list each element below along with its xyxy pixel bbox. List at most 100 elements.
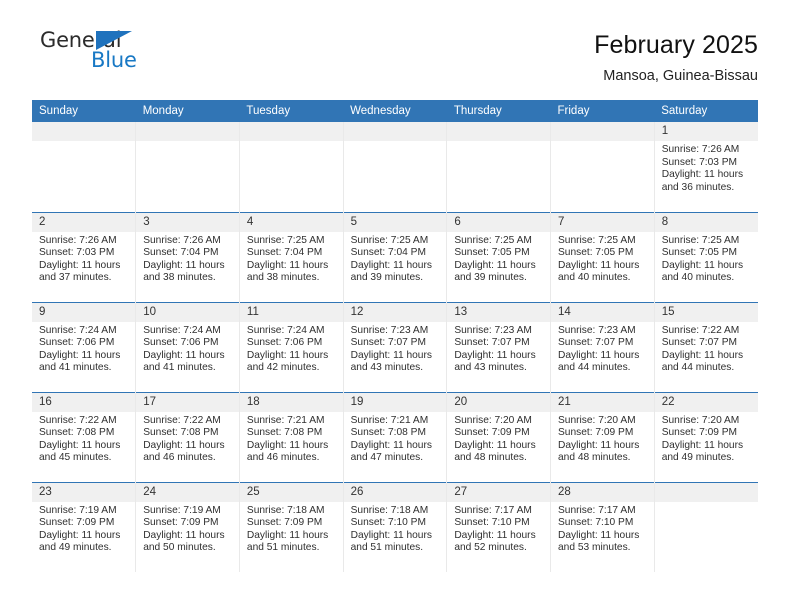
day-number: 15 xyxy=(654,302,758,322)
sunset-text: Sunset: 7:10 PM xyxy=(350,517,426,529)
sunrise-text: Sunrise: 7:23 AM xyxy=(558,324,636,336)
calendar-day-cell[interactable]: 24 Sunrise: 7:19 AM Sunset: 7:09 PM Dayligh… xyxy=(135,481,240,572)
calendar-day-cell[interactable]: 5 Sunrise: 7:25 AM Sunset: 7:04 PM Daylight… xyxy=(342,211,447,302)
sunset-text: Sunset: 7:07 PM xyxy=(558,337,634,349)
day-number xyxy=(239,122,343,141)
daylight-text-line2: and 41 minutes. xyxy=(39,362,112,374)
calendar-day-cell[interactable]: 6 Sunrise: 7:25 AM Sunset: 7:05 PM Daylight… xyxy=(446,211,551,302)
sunrise-text: Sunrise: 7:26 AM xyxy=(143,234,221,246)
day-number: 19 xyxy=(343,392,447,412)
sunset-text: Sunset: 7:07 PM xyxy=(454,337,530,349)
calendar-day-cell-empty xyxy=(342,122,447,212)
calendar-day-cell[interactable]: 10 Sunrise: 7:24 AM Sunset: 7:06 PM Dayligh… xyxy=(135,301,240,392)
sunrise-text: Sunrise: 7:24 AM xyxy=(143,324,221,336)
day-number xyxy=(136,122,239,141)
sunset-text: Sunset: 7:07 PM xyxy=(350,337,426,349)
daylight-text-line1: Daylight: 11 hours xyxy=(143,529,225,541)
daylight-text-line2: and 42 minutes. xyxy=(246,362,320,374)
sunset-text: Sunset: 7:06 PM xyxy=(246,337,323,349)
sunrise-text: Sunrise: 7:19 AM xyxy=(143,504,221,516)
day-number: 12 xyxy=(343,302,447,322)
daylight-text-line2: and 51 minutes. xyxy=(350,542,424,554)
daylight-text-line2: and 49 minutes. xyxy=(39,542,112,554)
day-sun-info: Sunrise: 7:18 AM Sunset: 7:10 PM Daylight:… xyxy=(344,502,447,555)
sunrise-text: Sunrise: 7:17 AM xyxy=(454,504,532,516)
calendar-day-cell-empty xyxy=(135,122,240,212)
daylight-text-line2: and 37 minutes. xyxy=(39,272,112,284)
calendar-day-cell[interactable]: 16 Sunrise: 7:22 AM Sunset: 7:08 PM Dayligh… xyxy=(32,391,136,482)
sunrise-text: Sunrise: 7:20 AM xyxy=(661,414,740,426)
day-sun-info: Sunrise: 7:24 AM Sunset: 7:06 PM Daylight:… xyxy=(136,322,239,375)
sunset-text: Sunset: 7:06 PM xyxy=(143,337,219,349)
calendar-day-cell[interactable]: 3 Sunrise: 7:26 AM Sunset: 7:04 PM Daylight… xyxy=(135,211,240,302)
calendar-day-cell[interactable]: 2 Sunrise: 7:26 AM Sunset: 7:03 PM Daylight… xyxy=(32,211,136,302)
sunrise-text: Sunrise: 7:25 AM xyxy=(350,234,429,246)
title-block: February 2025 Mansoa, Guinea-Bissau xyxy=(594,28,758,86)
sunrise-text: Sunrise: 7:23 AM xyxy=(454,324,532,336)
day-number: 18 xyxy=(239,392,343,412)
daylight-text-line2: and 40 minutes. xyxy=(558,272,631,284)
day-number xyxy=(343,122,447,141)
day-number: 21 xyxy=(551,392,654,412)
sunset-text: Sunset: 7:09 PM xyxy=(39,517,115,529)
calendar-day-cell[interactable]: 13 Sunrise: 7:23 AM Sunset: 7:07 PM Dayligh… xyxy=(446,301,551,392)
calendar-day-cell[interactable]: 21 Sunrise: 7:20 AM Sunset: 7:09 PM Dayligh… xyxy=(550,391,655,482)
calendar-day-cell[interactable]: 4 Sunrise: 7:25 AM Sunset: 7:04 PM Daylight… xyxy=(238,211,344,302)
sunrise-text: Sunrise: 7:23 AM xyxy=(350,324,429,336)
calendar-day-cell[interactable]: 11 Sunrise: 7:24 AM Sunset: 7:06 PM Dayligh… xyxy=(238,301,344,392)
day-number: 13 xyxy=(447,302,551,322)
calendar-day-cell[interactable]: 27 Sunrise: 7:17 AM Sunset: 7:10 PM Dayligh… xyxy=(446,481,551,572)
day-number: 8 xyxy=(654,212,758,232)
calendar-day-cell[interactable]: 14 Sunrise: 7:23 AM Sunset: 7:07 PM Dayligh… xyxy=(550,301,655,392)
day-sun-info: Sunrise: 7:22 AM Sunset: 7:08 PM Daylight:… xyxy=(32,412,135,465)
daylight-text-line2: and 40 minutes. xyxy=(661,272,735,284)
calendar-day-cell[interactable]: 9 Sunrise: 7:24 AM Sunset: 7:06 PM Daylight… xyxy=(32,301,136,392)
calendar-week-row: 1 Sunrise: 7:26 AM Sunset: 7:03 PM Daylight… xyxy=(32,122,758,212)
day-sun-info: Sunrise: 7:21 AM Sunset: 7:08 PM Daylight:… xyxy=(344,412,447,465)
daylight-text-line2: and 43 minutes. xyxy=(350,362,424,374)
day-sun-info: Sunrise: 7:25 AM Sunset: 7:05 PM Daylight:… xyxy=(551,232,654,285)
sunrise-text: Sunrise: 7:20 AM xyxy=(454,414,532,426)
calendar-day-cell[interactable]: 20 Sunrise: 7:20 AM Sunset: 7:09 PM Dayligh… xyxy=(446,391,551,482)
daylight-text-line2: and 44 minutes. xyxy=(661,362,735,374)
calendar-day-cell[interactable]: 26 Sunrise: 7:18 AM Sunset: 7:10 PM Dayligh… xyxy=(342,481,447,572)
day-number xyxy=(447,122,551,141)
daylight-text-line2: and 47 minutes. xyxy=(350,452,424,464)
day-number: 11 xyxy=(239,302,343,322)
calendar-week-row: 23 Sunrise: 7:19 AM Sunset: 7:09 PM Dayligh… xyxy=(32,481,758,572)
day-sun-info: Sunrise: 7:17 AM Sunset: 7:10 PM Daylight:… xyxy=(551,502,654,555)
calendar-day-cell[interactable]: 12 Sunrise: 7:23 AM Sunset: 7:07 PM Dayligh… xyxy=(342,301,447,392)
calendar-day-cell[interactable]: 23 Sunrise: 7:19 AM Sunset: 7:09 PM Dayligh… xyxy=(32,481,136,572)
sunset-text: Sunset: 7:05 PM xyxy=(454,247,530,259)
day-sun-info: Sunrise: 7:25 AM Sunset: 7:05 PM Daylight:… xyxy=(447,232,550,285)
daylight-text-line2: and 51 minutes. xyxy=(246,542,320,554)
day-sun-info: Sunrise: 7:25 AM Sunset: 7:05 PM Daylight:… xyxy=(655,232,758,285)
day-number: 3 xyxy=(136,212,239,232)
weekday-header-monday: Monday xyxy=(135,100,240,122)
day-sun-info: Sunrise: 7:21 AM Sunset: 7:08 PM Daylight:… xyxy=(240,412,343,465)
calendar-day-cell[interactable]: 25 Sunrise: 7:18 AM Sunset: 7:09 PM Dayligh… xyxy=(238,481,344,572)
day-number: 26 xyxy=(343,482,447,502)
weekday-header-tuesday: Tuesday xyxy=(239,100,344,122)
calendar-day-cell[interactable]: 8 Sunrise: 7:25 AM Sunset: 7:05 PM Daylight… xyxy=(653,211,758,302)
daylight-text-line1: Daylight: 11 hours xyxy=(39,439,121,451)
day-number: 24 xyxy=(136,482,239,502)
calendar-day-cell[interactable]: 19 Sunrise: 7:21 AM Sunset: 7:08 PM Dayligh… xyxy=(342,391,447,482)
calendar-day-cell[interactable]: 1 Sunrise: 7:26 AM Sunset: 7:03 PM Daylight… xyxy=(653,122,758,212)
day-sun-info: Sunrise: 7:20 AM Sunset: 7:09 PM Daylight:… xyxy=(551,412,654,465)
sunset-text: Sunset: 7:04 PM xyxy=(143,247,219,259)
daylight-text-line1: Daylight: 11 hours xyxy=(661,259,744,271)
calendar-day-cell[interactable]: 18 Sunrise: 7:21 AM Sunset: 7:08 PM Dayligh… xyxy=(238,391,344,482)
general-blue-logo[interactable]: General Blue xyxy=(32,28,172,82)
calendar-page: General Blue February 2025 Mansoa, Guine… xyxy=(0,0,792,612)
calendar-day-cell[interactable]: 15 Sunrise: 7:22 AM Sunset: 7:07 PM Dayligh… xyxy=(653,301,758,392)
daylight-text-line1: Daylight: 11 hours xyxy=(661,439,744,451)
calendar-day-cell[interactable]: 7 Sunrise: 7:25 AM Sunset: 7:05 PM Daylight… xyxy=(550,211,655,302)
sunset-text: Sunset: 7:08 PM xyxy=(246,427,323,439)
calendar-day-cell[interactable]: 17 Sunrise: 7:22 AM Sunset: 7:08 PM Dayligh… xyxy=(135,391,240,482)
calendar-day-cell[interactable]: 22 Sunrise: 7:20 AM Sunset: 7:09 PM Dayligh… xyxy=(653,391,758,482)
calendar-day-cell[interactable]: 28 Sunrise: 7:17 AM Sunset: 7:10 PM Dayligh… xyxy=(550,481,655,572)
day-sun-info: Sunrise: 7:17 AM Sunset: 7:10 PM Daylight:… xyxy=(447,502,550,555)
daylight-text-line2: and 50 minutes. xyxy=(143,542,216,554)
sunset-text: Sunset: 7:05 PM xyxy=(661,247,738,259)
